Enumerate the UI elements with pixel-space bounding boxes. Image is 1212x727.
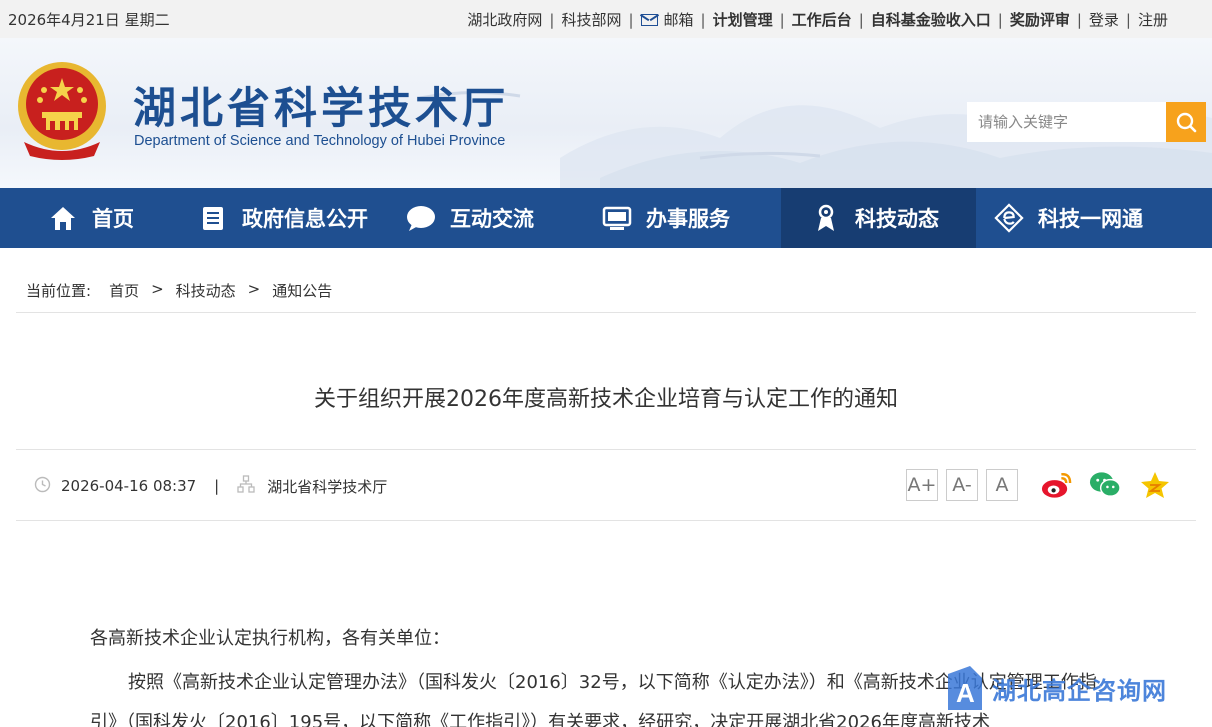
breadcrumb: 当前位置: 首页 > 科技动态 > 通知公告 [26, 280, 332, 301]
current-date: 2026年4月21日 星期二 [8, 11, 170, 29]
nav-label: 科技一网通 [1038, 207, 1143, 231]
e-globe-icon [994, 203, 1024, 233]
nav-item-gov-info[interactable]: 政府信息公开 [168, 188, 390, 248]
search-input[interactable] [967, 102, 1166, 142]
nav-label: 互动交流 [450, 207, 534, 231]
wechat-icon[interactable] [1089, 468, 1122, 501]
award-person-icon [811, 203, 841, 233]
svg-text:A: A [956, 678, 975, 708]
nav-item-interaction[interactable]: 互动交流 [390, 188, 586, 248]
chat-bubble-icon [406, 203, 436, 233]
link-mailbox-label: 邮箱 [663, 11, 694, 29]
main-nav: 首页 政府信息公开 互动交流 办事服务 科技动态 科技一网通 [0, 188, 1212, 248]
site-header: 湖北省科学技术厅 Department of Science and Techn… [0, 38, 1212, 188]
site-title: 湖北省科学技术厅 [133, 84, 509, 134]
watermark-text: 湖北高企咨询网 [992, 675, 1167, 705]
share-buttons [1040, 468, 1171, 501]
document-list-icon [198, 203, 228, 233]
font-increase-button[interactable]: A+ [906, 469, 938, 501]
nav-label: 科技动态 [855, 207, 939, 231]
nav-item-home[interactable]: 首页 [0, 188, 168, 248]
qzone-icon[interactable] [1138, 468, 1171, 501]
nav-label: 办事服务 [646, 207, 730, 231]
mail-icon [640, 13, 658, 26]
site-subtitle: Department of Science and Technology of … [134, 133, 506, 149]
separator: | [1076, 10, 1082, 29]
font-reset-button[interactable]: A [986, 469, 1018, 501]
article-source: 湖北省科学技术厅 [267, 477, 388, 496]
top-links: 湖北政府网 | 科技部网 | 邮箱 | 计划管理 | 工作后台 | 自科基金验收… [467, 9, 1168, 30]
breadcrumb-home[interactable]: 首页 [109, 280, 139, 301]
separator: | [779, 10, 785, 29]
breadcrumb-sci-news[interactable]: 科技动态 [176, 280, 236, 301]
separator: | [1125, 10, 1131, 29]
search-box [967, 102, 1206, 142]
divider [16, 312, 1196, 313]
link-most[interactable]: 科技部网 [561, 9, 621, 30]
font-reset-label: A [995, 474, 1009, 496]
link-fund-acceptance[interactable]: 自科基金验收入口 [871, 9, 991, 30]
search-button[interactable] [1166, 102, 1206, 142]
link-award-review[interactable]: 奖励评审 [1010, 9, 1070, 30]
breadcrumb-label: 当前位置: [26, 282, 92, 300]
article-title: 关于组织开展2026年度高新技术企业培育与认定工作的通知 [314, 387, 898, 412]
search-icon [1176, 112, 1197, 133]
nav-label: 首页 [92, 207, 134, 231]
divider [16, 449, 1196, 450]
nav-item-sci-portal[interactable]: 科技一网通 [976, 188, 1212, 248]
breadcrumb-separator: > [151, 280, 164, 298]
article-meta: 2026-04-16 08:37 | 湖北省科学技术厅 [34, 475, 387, 497]
link-plan-management[interactable]: 计划管理 [713, 9, 773, 30]
salutation-paragraph: 各高新技术企业认定执行机构，各有关单位： [90, 628, 450, 649]
breadcrumb-notices[interactable]: 通知公告 [272, 280, 332, 301]
weibo-icon[interactable] [1040, 468, 1073, 501]
national-emblem-icon [18, 62, 106, 160]
link-register[interactable]: 注册 [1138, 9, 1168, 30]
link-login[interactable]: 登录 [1089, 9, 1119, 30]
font-decrease-label: A- [952, 474, 972, 496]
watermark: A 湖北高企咨询网 [944, 664, 1167, 712]
monitor-icon [602, 203, 632, 233]
link-work-backend[interactable]: 工作后台 [792, 9, 852, 30]
breadcrumb-separator: > [247, 280, 261, 298]
top-utility-bar: 2026年4月21日 星期二 湖北政府网 | 科技部网 | 邮箱 | 计划管理 … [0, 0, 1212, 38]
separator: | [997, 10, 1003, 29]
separator: | [628, 10, 634, 29]
link-hubei-gov[interactable]: 湖北政府网 [467, 9, 542, 30]
publish-datetime: 2026-04-16 08:37 [61, 477, 197, 495]
font-decrease-button[interactable]: A- [946, 469, 978, 501]
nav-label: 政府信息公开 [242, 207, 368, 231]
font-size-controls: A+ A- A [906, 469, 1018, 501]
nav-item-services[interactable]: 办事服务 [586, 188, 781, 248]
organization-icon [237, 475, 255, 497]
font-increase-label: A+ [907, 474, 937, 496]
separator: | [700, 10, 706, 29]
clock-icon [34, 476, 51, 497]
separator: | [858, 10, 864, 29]
link-mailbox[interactable]: 邮箱 [640, 9, 694, 30]
home-icon [48, 203, 78, 233]
watermark-logo-icon: A [948, 666, 982, 710]
divider [16, 520, 1196, 521]
nav-item-sci-news[interactable]: 科技动态 [781, 188, 976, 248]
separator: | [549, 10, 555, 29]
meta-divider: | [214, 477, 220, 495]
